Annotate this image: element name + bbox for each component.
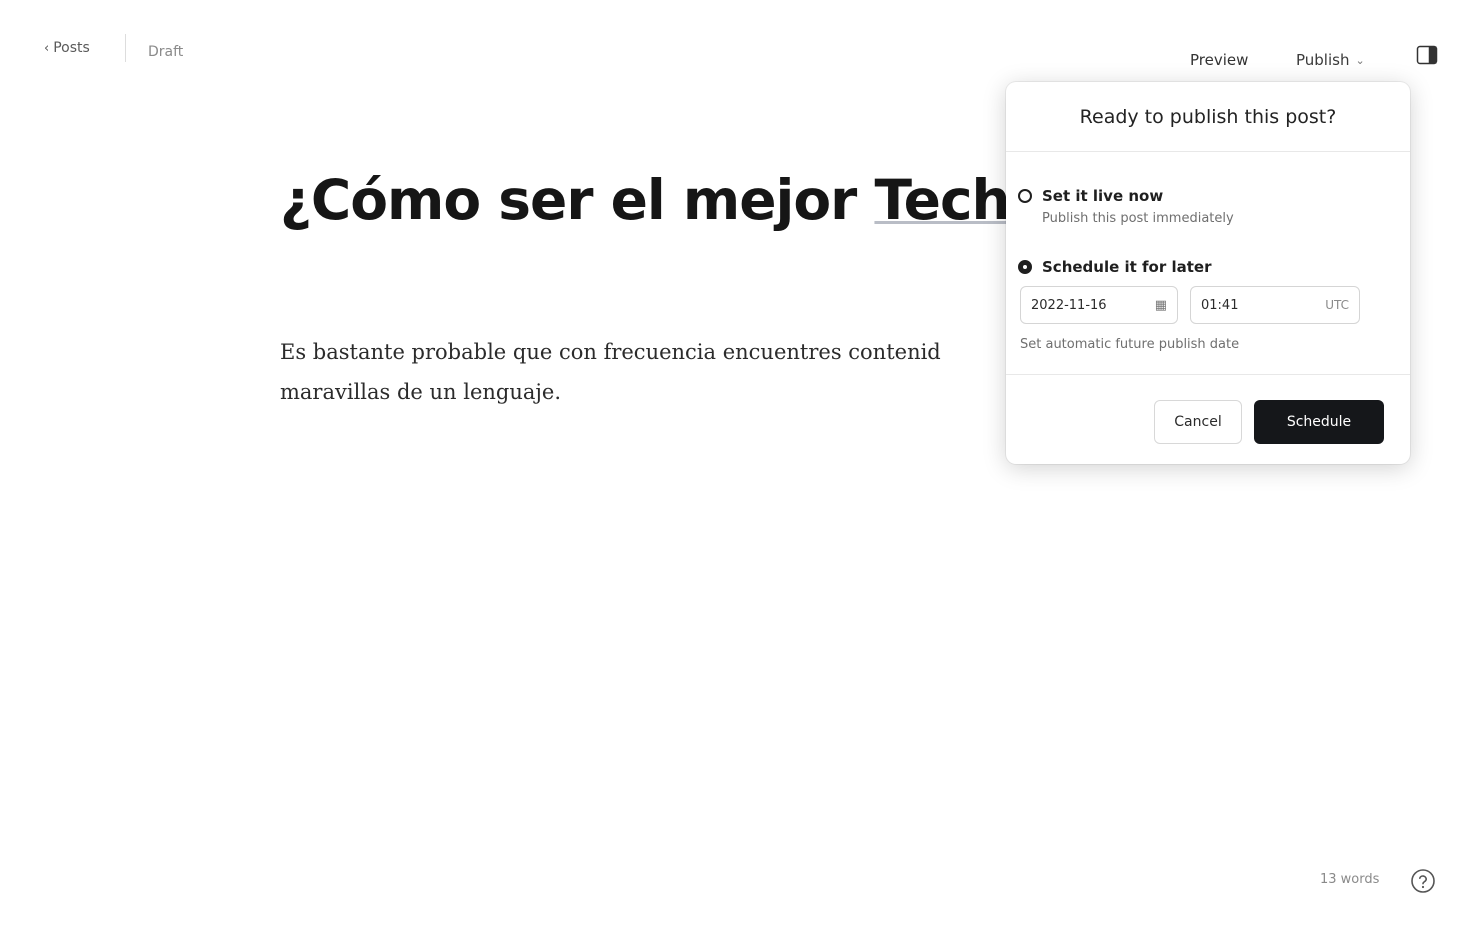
popover-divider-bottom [1006,374,1410,375]
sidebar-toggle-icon[interactable] [1416,44,1438,66]
popover-divider-top [1006,151,1410,152]
radio-publish-now[interactable] [1018,189,1032,203]
help-icon[interactable] [1410,868,1436,894]
breadcrumb-divider [125,34,126,62]
publish-popover: Ready to publish this post? Set it live … [1006,82,1410,464]
chevron-down-icon: ⌄ [1355,53,1365,67]
breadcrumb-posts: Posts [53,40,90,56]
publish-time-value: 01:41 [1201,297,1239,313]
publish-time-field[interactable]: 01:41 UTC [1190,286,1360,324]
preview-button[interactable]: Preview [1190,51,1248,69]
option-publish-now[interactable]: Set it live now Publish this post immedi… [1018,187,1234,226]
publish-date-field[interactable]: 2022-11-16 ▦ [1020,286,1178,324]
post-status-label: Draft [148,44,184,60]
schedule-button[interactable]: Schedule [1254,400,1384,444]
publish-label: Publish [1296,51,1350,69]
radio-schedule-later[interactable] [1018,260,1032,274]
publish-date-value: 2022-11-16 [1031,297,1107,313]
option-now-description: Publish this post immediately [1042,211,1234,226]
chevron-left-icon: ‹ [44,40,50,56]
publish-button[interactable]: Publish ⌄ [1296,51,1365,69]
post-title-spellcheck-word: Tech [874,168,1010,232]
timezone-label: UTC [1325,298,1349,312]
cancel-button[interactable]: Cancel [1154,400,1242,444]
post-body[interactable]: Es bastante probable que con frecuencia … [280,332,965,412]
option-schedule-later[interactable]: Schedule it for later [1018,258,1212,276]
word-count: 13 words [1320,872,1380,887]
option-later-title: Schedule it for later [1042,258,1212,276]
breadcrumb-back-link[interactable]: ‹ Posts [44,40,90,56]
option-now-title: Set it live now [1042,187,1164,205]
calendar-icon[interactable]: ▦ [1155,298,1167,313]
popover-title: Ready to publish this post? [1079,106,1337,128]
post-title-part-1: ¿Cómo ser el mejor [280,168,875,232]
schedule-hint: Set automatic future publish date [1020,337,1240,352]
